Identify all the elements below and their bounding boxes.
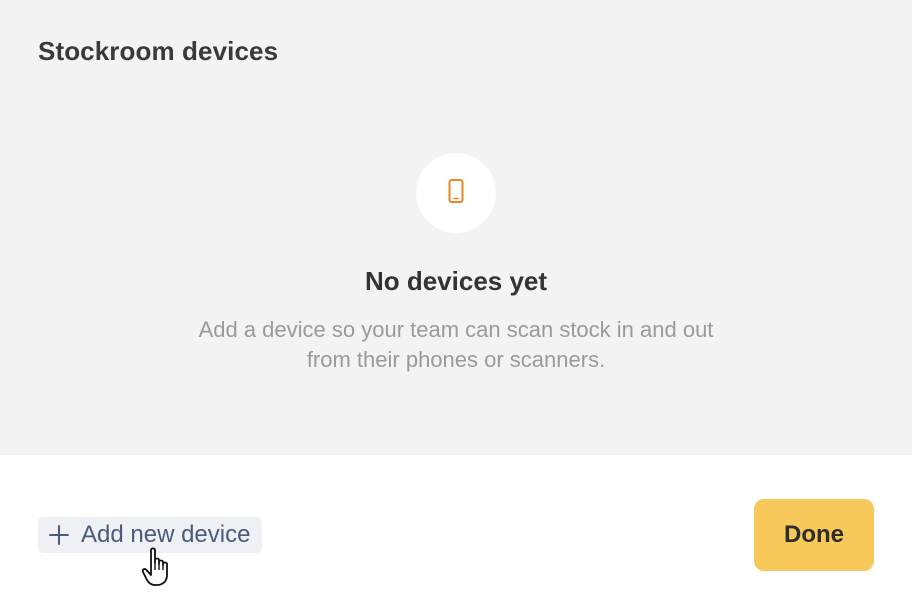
add-new-device-button[interactable]: Add new device xyxy=(38,517,262,553)
dialog-body-panel: Stockroom devices No devices yet Add a d… xyxy=(0,0,912,455)
empty-state: No devices yet Add a device so your team… xyxy=(0,153,912,375)
empty-state-description: Add a device so your team can scan stock… xyxy=(198,317,714,372)
dialog-title: Stockroom devices xyxy=(38,36,279,66)
empty-state-title: No devices yet xyxy=(364,266,548,296)
empty-state-icon-circle xyxy=(416,153,496,233)
stockroom-devices-dialog: Stockroom devices No devices yet Add a d… xyxy=(0,0,912,610)
add-new-device-label: Add new device xyxy=(81,521,251,548)
done-button[interactable]: Done xyxy=(754,499,874,571)
smartphone-icon xyxy=(446,177,466,210)
plus-icon xyxy=(48,524,70,546)
